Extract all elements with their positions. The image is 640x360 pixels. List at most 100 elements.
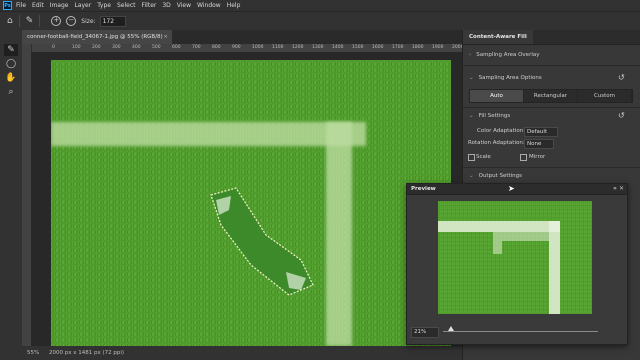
zoom-tool-icon[interactable]: ⌕ bbox=[4, 86, 18, 98]
divider bbox=[463, 167, 640, 168]
ruler-tick-label: 100 bbox=[72, 45, 81, 50]
fill-settings-label: Fill Settings bbox=[478, 113, 511, 119]
football-field-image[interactable] bbox=[51, 60, 451, 346]
ruler-tick-label: 400 bbox=[132, 45, 141, 50]
field-graphic bbox=[51, 60, 451, 346]
ruler-tick-label: 1600 bbox=[372, 45, 384, 50]
menu-select[interactable]: Select bbox=[117, 2, 136, 9]
status-bar: 55% 2000 px x 1481 px (72 ppi) bbox=[22, 346, 462, 360]
canvas-area[interactable] bbox=[31, 52, 462, 346]
reset-icon[interactable]: ↺ bbox=[618, 111, 625, 120]
sampling-overlay-section[interactable]: › Sampling Area Overlay bbox=[469, 52, 539, 58]
menu-view[interactable]: View bbox=[177, 2, 191, 9]
touch-line bbox=[51, 122, 366, 146]
document-tab-title: conner-football-field_34067-1.jpg @ 55% … bbox=[27, 34, 163, 40]
close-tab-icon[interactable]: × bbox=[163, 30, 168, 44]
panel-title-tab[interactable]: Content-Aware Fill bbox=[463, 30, 533, 44]
divider bbox=[463, 65, 640, 66]
reset-icon[interactable]: ↺ bbox=[618, 73, 625, 82]
panel-header: Content-Aware Fill bbox=[463, 30, 640, 45]
preview-graphic bbox=[438, 201, 592, 314]
ruler-tick-label: 1700 bbox=[392, 45, 404, 50]
ruler-tick-label: 0 bbox=[52, 45, 55, 50]
document-tab[interactable]: conner-football-field_34067-1.jpg @ 55% … bbox=[22, 30, 172, 44]
preview-image[interactable] bbox=[438, 201, 592, 314]
chevron-down-icon: ⌄ bbox=[469, 75, 474, 81]
options-bar: ⌂ ✎ + − Size: 172 bbox=[0, 11, 640, 30]
mouse-cursor-icon: ➤ bbox=[508, 184, 515, 193]
photoshop-logo: Ps bbox=[3, 1, 12, 10]
rotation-adaptation-label: Rotation Adaptation: bbox=[468, 140, 525, 146]
menu-bar: Ps File Edit Image Layer Type Select Filter 3D V… bbox=[0, 0, 640, 11]
ruler-tick-label: 600 bbox=[172, 45, 181, 50]
brush-tool-icon[interactable]: ✎ bbox=[4, 44, 18, 56]
sampling-auto-button[interactable]: Auto bbox=[470, 90, 524, 102]
preview-touch-line bbox=[438, 221, 560, 232]
subtract-from-selection-button[interactable]: − bbox=[66, 16, 77, 26]
menu-image[interactable]: Image bbox=[50, 2, 69, 9]
ruler-tick-label: 800 bbox=[212, 45, 221, 50]
lasso-brush-icon[interactable]: ✎ bbox=[26, 16, 34, 26]
ruler-tick-label: 500 bbox=[152, 45, 161, 50]
menu-edit[interactable]: Edit bbox=[32, 2, 44, 9]
preview-grass bbox=[438, 201, 592, 314]
ruler-tick-label: 1500 bbox=[352, 45, 364, 50]
hand-tool-icon[interactable]: ✋ bbox=[4, 72, 18, 84]
home-icon[interactable]: ⌂ bbox=[7, 16, 13, 26]
preview-zoom-field[interactable]: 21% bbox=[411, 327, 439, 338]
chevron-down-icon: ⌄ bbox=[469, 113, 474, 119]
goal-line bbox=[326, 122, 352, 346]
sampling-options-section[interactable]: ⌄ Sampling Area Options bbox=[469, 75, 542, 81]
menu-help[interactable]: Help bbox=[227, 2, 241, 9]
scale-checkbox[interactable] bbox=[468, 154, 475, 161]
preview-residue bbox=[493, 232, 502, 254]
menu-window[interactable]: Window bbox=[197, 2, 221, 9]
mirror-label: Mirror bbox=[529, 154, 546, 160]
ruler-tick-label: 1200 bbox=[292, 45, 304, 50]
sampling-mode-selector: Auto Rectangular Custom bbox=[469, 89, 633, 103]
sampling-custom-button[interactable]: Custom bbox=[578, 90, 632, 102]
rotation-adaptation-dropdown[interactable]: None bbox=[524, 139, 554, 149]
sampling-rectangular-button[interactable]: Rectangular bbox=[524, 90, 578, 102]
ruler-tick-label: 300 bbox=[112, 45, 121, 50]
menu-layer[interactable]: Layer bbox=[74, 2, 91, 9]
color-adaptation-label: Color Adaptation: bbox=[477, 128, 526, 134]
sampling-overlay-label: Sampling Area Overlay bbox=[476, 52, 540, 58]
output-settings-label: Output Settings bbox=[478, 173, 523, 179]
menu-type[interactable]: Type bbox=[97, 2, 111, 9]
size-input[interactable]: 172 bbox=[99, 15, 126, 27]
ruler-tick-label: 1000 bbox=[252, 45, 264, 50]
separator bbox=[39, 15, 41, 27]
add-to-selection-button[interactable]: + bbox=[51, 16, 62, 26]
status-dimensions: 2000 px x 1481 px (72 ppi) bbox=[48, 350, 125, 356]
preview-goal-line bbox=[549, 221, 560, 314]
tools-panel: ✎ ◯ ✋ ⌕ bbox=[0, 30, 23, 360]
fill-settings-section[interactable]: ⌄ Fill Settings bbox=[469, 113, 510, 119]
panel-window-controls[interactable]: » ✕ bbox=[613, 184, 624, 194]
size-label: Size: bbox=[81, 17, 96, 25]
preview-title: Preview bbox=[411, 186, 436, 192]
menu-3d[interactable]: 3D bbox=[162, 2, 170, 9]
sampling-options-label: Sampling Area Options bbox=[478, 75, 542, 81]
chevron-down-icon: ⌄ bbox=[469, 173, 474, 179]
ruler-tick-label: 1300 bbox=[312, 45, 324, 50]
grass bbox=[51, 60, 451, 346]
color-adaptation-dropdown[interactable]: Default bbox=[524, 127, 558, 137]
preview-zoom-slider[interactable] bbox=[443, 331, 598, 332]
ruler-tick-label: 1800 bbox=[412, 45, 424, 50]
ruler-tick-label: 1900 bbox=[432, 45, 444, 50]
ruler-tick-label: 1400 bbox=[332, 45, 344, 50]
lasso-tool-icon[interactable]: ◯ bbox=[4, 58, 18, 70]
menu-filter[interactable]: Filter bbox=[142, 2, 157, 9]
divider bbox=[463, 107, 640, 108]
ruler-tick-label: 900 bbox=[232, 45, 241, 50]
preview-panel: Preview » ✕ 21% bbox=[406, 183, 628, 345]
mirror-checkbox[interactable] bbox=[520, 154, 527, 161]
preview-zoom-slider-thumb[interactable] bbox=[447, 326, 454, 331]
status-zoom[interactable]: 55% bbox=[27, 350, 39, 356]
ruler-tick-label: 2000 bbox=[452, 45, 462, 50]
menu-file[interactable]: File bbox=[16, 2, 26, 9]
preview-header[interactable]: Preview » ✕ bbox=[407, 184, 627, 195]
output-settings-section[interactable]: ⌄ Output Settings bbox=[469, 173, 522, 179]
menu-items: File Edit Image Layer Type Select Filter 3D View… bbox=[16, 2, 246, 9]
